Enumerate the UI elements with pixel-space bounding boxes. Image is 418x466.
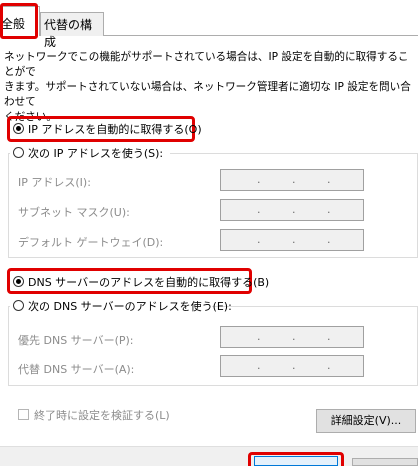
advanced-button-label: 詳細設定(V)... bbox=[330, 414, 402, 427]
dns-auto-label[interactable]: DNS サーバーのアドレスを自動的に取得する(B) bbox=[28, 274, 269, 290]
ip-manual-radio[interactable] bbox=[13, 147, 24, 158]
advanced-button[interactable]: 詳細設定(V)... bbox=[316, 409, 416, 433]
subnet-mask-label: サブネット マスク(U): bbox=[18, 206, 130, 219]
validate-checkbox[interactable] bbox=[18, 409, 29, 420]
cancel-button[interactable] bbox=[352, 458, 418, 466]
dns-manual-radio[interactable] bbox=[13, 300, 24, 311]
ip-address-label: IP アドレス(I): bbox=[18, 176, 91, 189]
ip-auto-label[interactable]: IP アドレスを自動的に取得する(O) bbox=[28, 121, 202, 137]
tab-alternate-configuration-label: 代替の構成 bbox=[44, 18, 93, 49]
description-text: ネットワークでこの機能がサポートされている場合は、IP 設定を自動的に取得するこ… bbox=[4, 51, 411, 123]
preferred-dns-field[interactable]: ... bbox=[220, 326, 364, 348]
alternate-dns-label: 代替 DNS サーバー(A): bbox=[18, 363, 135, 376]
preferred-dns-label: 優先 DNS サーバー(P): bbox=[18, 334, 134, 347]
ip-manual-label[interactable]: 次の IP アドレスを使う(S): bbox=[28, 145, 163, 161]
dns-manual-label[interactable]: 次の DNS サーバーのアドレスを使う(E): bbox=[28, 298, 232, 314]
tab-strip: 全般 代替の構成 bbox=[0, 0, 418, 49]
subnet-mask-field[interactable]: ... bbox=[220, 199, 364, 221]
validate-label[interactable]: 終了時に設定を検証する(L) bbox=[34, 407, 170, 423]
default-gateway-label: デフォルト ゲートウェイ(D): bbox=[18, 236, 164, 249]
tab-alternate-configuration[interactable]: 代替の構成 bbox=[40, 12, 104, 49]
ip-auto-radio[interactable] bbox=[13, 123, 24, 134]
ip-address-field[interactable]: ... bbox=[220, 169, 364, 191]
alternate-dns-field[interactable]: ... bbox=[220, 355, 364, 377]
dns-auto-radio[interactable] bbox=[13, 276, 24, 287]
default-gateway-field[interactable]: ... bbox=[220, 229, 364, 251]
tab-general-highlight bbox=[0, 3, 38, 39]
ok-button-highlight bbox=[248, 452, 344, 466]
